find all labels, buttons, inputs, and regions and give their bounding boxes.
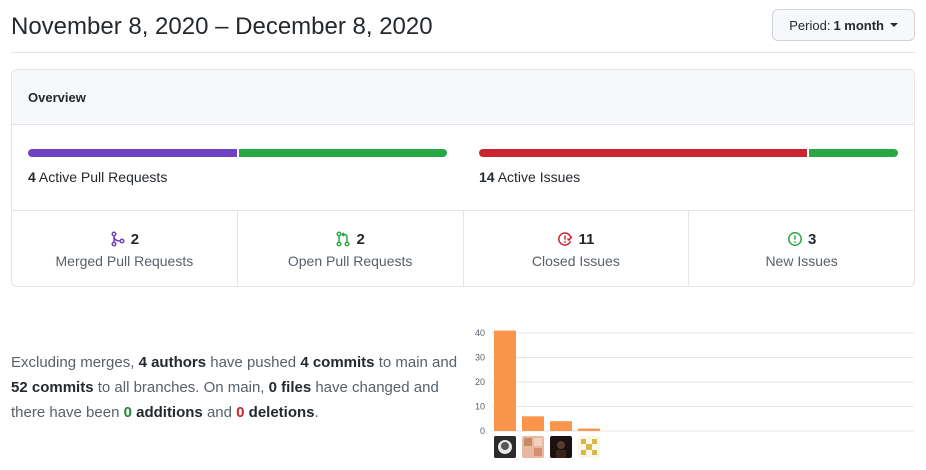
y-tick-label: 0 <box>480 426 485 436</box>
date-range-title: November 8, 2020 – December 8, 2020 <box>11 13 433 40</box>
issues-progress-bar <box>479 149 898 157</box>
avatar-image <box>522 436 544 458</box>
closed-count: 11 <box>578 230 595 248</box>
active-pull-requests-label: 4 Active Pull Requests <box>28 169 168 185</box>
additions-count: 0 <box>123 404 132 421</box>
active-issues-label: 14 Active Issues <box>479 169 581 185</box>
bar-author-4[interactable] <box>578 428 600 431</box>
open-pull-requests-stat[interactable]: 2 Open Pull Requests <box>238 211 464 286</box>
commits-main-link[interactable]: 4 commits <box>300 354 374 371</box>
pull-requests-summary[interactable]: 4 Active Pull Requests <box>28 149 447 185</box>
new-segment <box>808 149 898 157</box>
merged-pull-requests-stat[interactable]: 2 Merged Pull Requests <box>12 211 238 286</box>
y-tick-label: 10 <box>475 402 485 412</box>
page-header: November 8, 2020 – December 8, 2020 Peri… <box>11 8 915 53</box>
merge-icon <box>111 231 125 247</box>
new-count: 3 <box>807 230 817 248</box>
new-issues-stat[interactable]: 3 New Issues <box>689 211 914 286</box>
overview-stats: 2 Merged Pull Requests 2 Open Pull Reque… <box>12 211 914 286</box>
issues-summary[interactable]: 14 Active Issues <box>479 149 898 185</box>
issue-opened-icon <box>788 232 802 246</box>
closed-segment <box>479 149 807 157</box>
y-tick-label: 30 <box>475 353 485 363</box>
overview-header: Overview <box>12 70 914 125</box>
period-select-button[interactable]: Period: 1 month <box>772 9 915 41</box>
open-segment <box>238 149 447 157</box>
closed-label: Closed Issues <box>531 252 620 269</box>
avatar-image <box>550 436 572 458</box>
merged-label: Merged Pull Requests <box>55 252 194 269</box>
period-label: Period: <box>789 17 831 33</box>
deletions-count: 0 <box>236 404 245 421</box>
author-avatar-3[interactable] <box>550 436 572 458</box>
closed-issues-stat[interactable]: 11 Closed Issues <box>464 211 690 286</box>
y-tick-label: 40 <box>475 328 485 338</box>
authors-link[interactable]: 4 authors <box>139 354 207 371</box>
commit-summary: Excluding merges, 4 authors have pushed … <box>11 354 458 421</box>
author-avatar-2[interactable] <box>522 436 544 458</box>
open-label: Open Pull Requests <box>287 252 413 269</box>
bar-author-2[interactable] <box>522 416 544 431</box>
caret-down-icon <box>890 23 898 27</box>
commits-all-link[interactable]: 52 commits <box>11 379 94 396</box>
avatar-image <box>578 436 600 458</box>
bar-author-3[interactable] <box>550 421 572 431</box>
pull-requests-progress-bar <box>28 149 447 157</box>
open-count: 2 <box>356 230 365 248</box>
author-avatar-1[interactable] <box>494 436 516 458</box>
overview-bars: 4 Active Pull Requests 14 Active Issues <box>12 125 914 211</box>
author-avatar-4[interactable] <box>578 436 600 458</box>
y-tick-label: 20 <box>475 377 485 387</box>
overview-box: Overview 4 Active Pull Requests 14 Activ… <box>11 69 915 287</box>
pull-request-icon <box>336 231 351 247</box>
issue-closed-icon <box>558 232 574 246</box>
files-link[interactable]: 0 files <box>269 379 312 396</box>
period-value: 1 month <box>833 17 884 33</box>
bar-author-1[interactable] <box>494 330 516 431</box>
merged-count: 2 <box>130 230 140 248</box>
new-label: New Issues <box>765 252 838 269</box>
merged-segment <box>28 149 237 157</box>
avatar-image <box>494 436 516 458</box>
overview-title: Overview <box>28 89 86 105</box>
